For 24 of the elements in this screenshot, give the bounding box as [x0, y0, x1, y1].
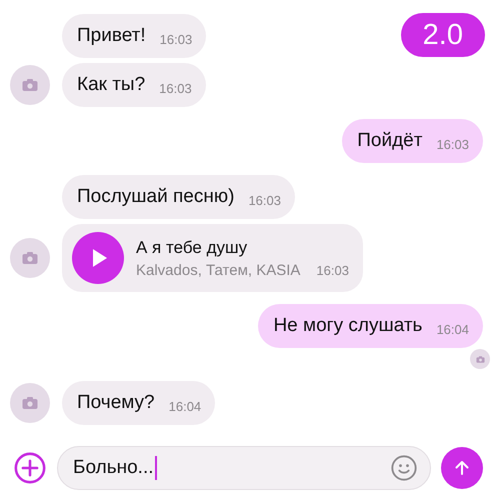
send-button[interactable] — [441, 447, 483, 489]
message-time: 16:03 — [316, 262, 349, 278]
message-time: 16:03 — [436, 137, 469, 153]
text-caret — [154, 456, 156, 480]
message-time: 16:04 — [436, 322, 469, 338]
message-text: Привет! — [77, 24, 146, 48]
message-time: 16:03 — [160, 32, 192, 48]
plus-icon — [13, 451, 47, 485]
message-text: Как ты? — [77, 73, 146, 97]
message-text: Послушай песню) — [77, 185, 234, 209]
message-time: 16:03 — [159, 81, 192, 97]
play-icon — [92, 249, 106, 267]
message-time: 16:03 — [248, 193, 281, 209]
message-text: Не могу слушать — [273, 314, 422, 338]
message-text: Пойдёт — [357, 129, 422, 153]
attach-button[interactable] — [13, 451, 47, 485]
message-text: Почему? — [77, 391, 155, 415]
emoji-icon[interactable] — [390, 454, 418, 482]
message-field[interactable]: Больно... — [57, 446, 431, 490]
song-title: А я тебе душу — [136, 238, 248, 258]
song-artists: Kalvados, Татем, KASIA — [136, 262, 300, 278]
message-time: 16:04 — [168, 399, 202, 415]
play-button[interactable] — [72, 232, 124, 284]
version-badge: 2.0 — [400, 13, 485, 57]
